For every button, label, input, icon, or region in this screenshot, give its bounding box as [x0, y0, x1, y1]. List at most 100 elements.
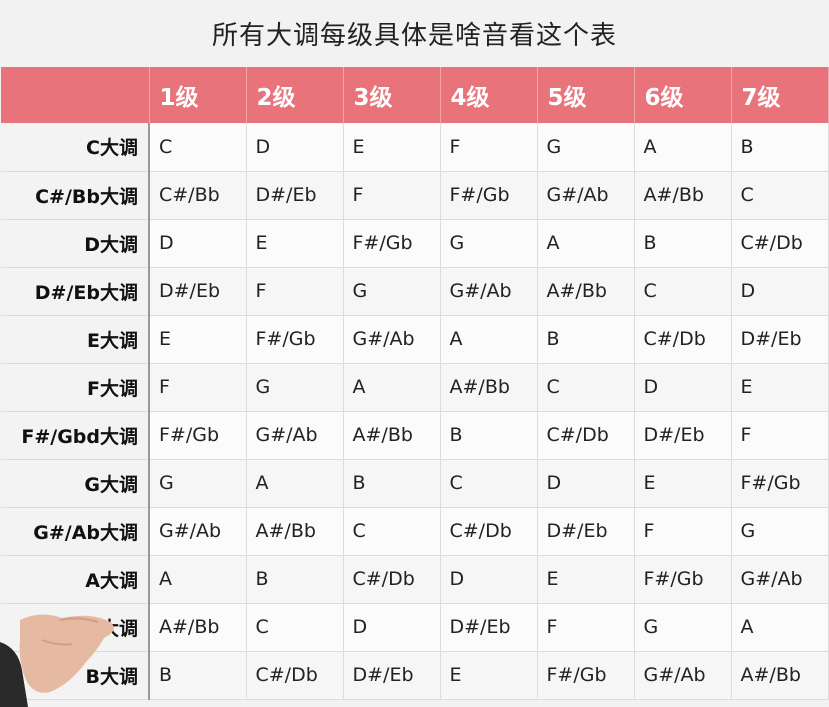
key-label: E大调: [1, 315, 150, 364]
note-cell: F: [440, 123, 538, 172]
table-row: G#/Ab大调 G#/Ab A#/Bb C C#/Db D#/Eb F G: [1, 507, 829, 556]
note-cell: C: [440, 459, 538, 508]
note-cell: G#/Ab: [343, 315, 441, 364]
note-cell: F: [246, 267, 344, 316]
note-cell: C: [537, 363, 635, 412]
note-cell: D: [731, 267, 829, 316]
degree-header-1: 1级: [149, 67, 247, 123]
note-cell: B: [246, 555, 344, 604]
note-cell: G: [343, 267, 441, 316]
note-cell: G: [440, 219, 538, 268]
degree-header-4: 4级: [440, 67, 538, 123]
key-label: D#/Eb大调: [1, 267, 150, 316]
note-cell: D: [149, 219, 247, 268]
degree-header-2: 2级: [246, 67, 344, 123]
note-cell: D#/Eb: [343, 651, 441, 700]
note-cell: F#/Gb: [149, 411, 247, 460]
note-cell: C: [246, 603, 344, 652]
note-cell: B: [537, 315, 635, 364]
note-cell: D#/Eb: [246, 171, 344, 220]
table-row: F#/Gbd大调 F#/Gb G#/Ab A#/Bb B C#/Db D#/Eb F: [1, 411, 829, 460]
note-cell: C#/Bb: [149, 171, 247, 220]
note-cell: G#/Ab: [537, 171, 635, 220]
note-cell: E: [246, 219, 344, 268]
table-body: C大调 C D E F G A B C#/Bb大调 C#/Bb D#/Eb F F#/Gb G#/Ab A#…: [1, 123, 829, 700]
key-label: G#/Ab大调: [1, 507, 150, 556]
note-cell: A: [440, 315, 538, 364]
note-cell: F: [537, 603, 635, 652]
note-cell: F: [149, 363, 247, 412]
note-cell: C#/Db: [440, 507, 538, 556]
key-label: F#/Gbd大调: [1, 411, 150, 460]
table-row: F大调 F G A A#/Bb C D E: [1, 363, 829, 412]
note-cell: E: [149, 315, 247, 364]
note-cell: E: [537, 555, 635, 604]
note-cell: E: [343, 123, 441, 172]
note-cell: C: [634, 267, 732, 316]
note-cell: D: [537, 459, 635, 508]
note-cell: B: [634, 219, 732, 268]
key-label: A大调: [1, 555, 150, 604]
note-cell: C#/Db: [731, 219, 829, 268]
note-cell: A#/Bb: [537, 267, 635, 316]
note-cell: C: [731, 171, 829, 220]
note-cell: F#/Gb: [537, 651, 635, 700]
note-cell: C#/Db: [634, 315, 732, 364]
table-row: D大调 D E F#/Gb G A B C#/Db: [1, 219, 829, 268]
note-cell: A: [731, 603, 829, 652]
note-cell: B: [343, 459, 441, 508]
key-label: C大调: [1, 123, 150, 172]
key-label: A#/Bb大调: [1, 603, 150, 652]
note-cell: B: [731, 123, 829, 172]
table-row: G大调 G A B C D E F#/Gb: [1, 459, 829, 508]
table-row: E大调 E F#/Gb G#/Ab A B C#/Db D#/Eb: [1, 315, 829, 364]
degree-header-3: 3级: [343, 67, 441, 123]
note-cell: G: [246, 363, 344, 412]
note-cell: C: [149, 123, 247, 172]
note-cell: A#/Bb: [731, 651, 829, 700]
note-cell: D#/Eb: [149, 267, 247, 316]
note-cell: G#/Ab: [634, 651, 732, 700]
table-row: C#/Bb大调 C#/Bb D#/Eb F F#/Gb G#/Ab A#/Bb C: [1, 171, 829, 220]
note-cell: F#/Gb: [731, 459, 829, 508]
note-cell: D: [440, 555, 538, 604]
note-cell: D: [246, 123, 344, 172]
key-label: G大调: [1, 459, 150, 508]
note-cell: G#/Ab: [440, 267, 538, 316]
note-cell: B: [149, 651, 247, 700]
table-row: B大调 B C#/Db D#/Eb E F#/Gb G#/Ab A#/Bb: [1, 651, 829, 700]
note-cell: G#/Ab: [149, 507, 247, 556]
note-cell: F#/Gb: [343, 219, 441, 268]
key-degree-table: 1级 2级 3级 4级 5级 6级 7级 C大调 C D E F G A B C#/Bb大调 C#/Bb D#/…: [1, 67, 829, 700]
table-row: D#/Eb大调 D#/Eb F G G#/Ab A#/Bb C D: [1, 267, 829, 316]
note-cell: A: [537, 219, 635, 268]
table-row: A#/Bb大调 A#/Bb C D D#/Eb F G A: [1, 603, 829, 652]
note-cell: A#/Bb: [343, 411, 441, 460]
note-cell: A#/Bb: [440, 363, 538, 412]
key-label: C#/Bb大调: [1, 171, 150, 220]
page-title: 所有大调每级具体是啥音看这个表: [211, 20, 617, 51]
note-cell: G: [537, 123, 635, 172]
note-cell: F#/Gb: [440, 171, 538, 220]
note-cell: E: [731, 363, 829, 412]
corner-header-cell: [1, 67, 150, 123]
table-header-row: 1级 2级 3级 4级 5级 6级 7级: [1, 67, 829, 123]
note-cell: G: [149, 459, 247, 508]
note-cell: D#/Eb: [440, 603, 538, 652]
note-cell: G: [634, 603, 732, 652]
note-cell: F: [731, 411, 829, 460]
note-cell: G#/Ab: [246, 411, 344, 460]
degree-header-5: 5级: [537, 67, 635, 123]
note-cell: E: [634, 459, 732, 508]
degree-header-7: 7级: [731, 67, 829, 123]
note-cell: A: [246, 459, 344, 508]
note-cell: C#/Db: [343, 555, 441, 604]
note-cell: B: [440, 411, 538, 460]
note-cell: F#/Gb: [246, 315, 344, 364]
note-cell: D: [343, 603, 441, 652]
degree-header-6: 6级: [634, 67, 732, 123]
note-cell: A: [634, 123, 732, 172]
note-cell: F: [634, 507, 732, 556]
key-label: B大调: [1, 651, 150, 700]
note-cell: C#/Db: [246, 651, 344, 700]
